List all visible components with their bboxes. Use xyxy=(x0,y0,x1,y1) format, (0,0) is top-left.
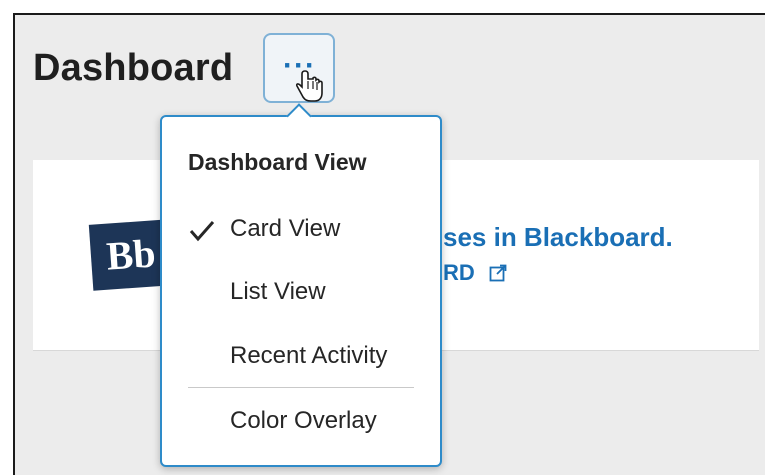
dashboard-view-menu: Dashboard View Card View List View Recen… xyxy=(160,115,442,467)
hand-cursor-icon xyxy=(295,70,323,102)
app-frame: Dashboard ··· Bb ses in Blackboard. RD D… xyxy=(13,13,765,475)
external-link-icon xyxy=(489,264,507,282)
more-options-button[interactable]: ··· xyxy=(263,33,335,103)
card-link-text[interactable]: ses in Blackboard. xyxy=(443,222,673,253)
menu-divider xyxy=(188,387,414,388)
menu-item-recent-activity[interactable]: Recent Activity xyxy=(230,342,387,370)
menu-item-card-view[interactable]: Card View xyxy=(230,215,340,243)
page-title: Dashboard xyxy=(33,47,234,89)
menu-item-color-overlay[interactable]: Color Overlay xyxy=(230,407,377,435)
card-link-label: RD xyxy=(443,260,475,285)
menu-header: Dashboard View xyxy=(188,149,367,175)
checkmark-icon xyxy=(189,221,215,242)
card-link-button[interactable]: RD xyxy=(443,260,507,286)
menu-item-list-view[interactable]: List View xyxy=(230,278,326,306)
